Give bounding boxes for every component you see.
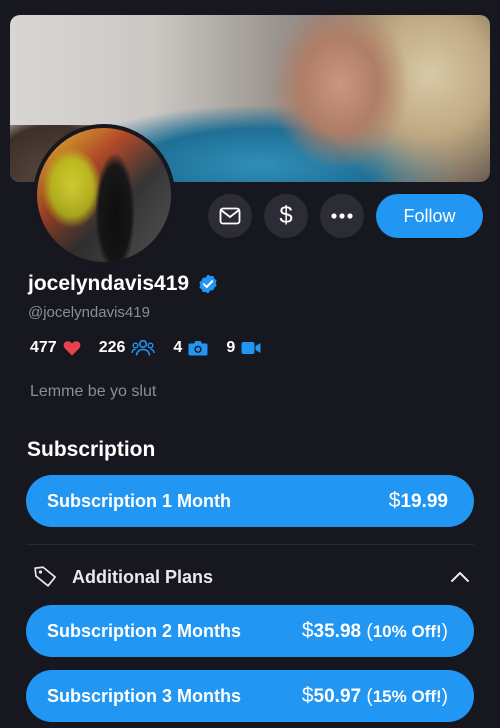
subscription-3-months-button[interactable]: Subscription 3 Months $50.97 (15% Off!) bbox=[26, 670, 474, 722]
plan-price: $35.98 (10% Off!) bbox=[301, 619, 448, 642]
plan-name: Subscription 2 Months bbox=[47, 620, 242, 641]
stat-photos: 4 bbox=[173, 339, 208, 357]
stat-likes: 477 bbox=[30, 339, 81, 357]
message-button[interactable] bbox=[208, 194, 252, 238]
plan-currency: $ bbox=[388, 489, 401, 512]
followers-icon bbox=[131, 339, 156, 356]
plan-amount: 35.98 bbox=[313, 621, 362, 642]
stat-followers: 226 bbox=[99, 339, 156, 357]
more-button[interactable] bbox=[320, 194, 364, 238]
photos-count: 4 bbox=[173, 339, 183, 356]
plan-currency: $ bbox=[301, 684, 314, 707]
likes-count: 477 bbox=[30, 339, 57, 356]
plan-name: Subscription 3 Months bbox=[47, 685, 242, 706]
plan-price: $19.99 bbox=[389, 489, 448, 513]
heart-icon bbox=[63, 341, 81, 356]
profile-bio: Lemme be yo slut bbox=[30, 383, 157, 400]
stat-videos: 9 bbox=[226, 339, 261, 357]
subscription-1-month-button[interactable]: Subscription 1 Month $19.99 bbox=[26, 475, 474, 527]
plan-currency: $ bbox=[301, 619, 314, 642]
verified-badge-icon bbox=[199, 274, 217, 294]
plan-discount: 10% Off! bbox=[372, 622, 442, 641]
plan-amount: 50.97 bbox=[313, 686, 362, 707]
subscription-2-months-button[interactable]: Subscription 2 Months $35.98 (10% Off!) bbox=[26, 605, 474, 657]
plan-amount: 19.99 bbox=[400, 491, 448, 512]
profile-name: jocelyndavis419 bbox=[28, 272, 219, 296]
avatar-overlay bbox=[37, 128, 171, 262]
followers-count: 226 bbox=[98, 339, 126, 356]
additional-plans-title: Additional Plans bbox=[72, 566, 214, 587]
dollar-icon: $ bbox=[279, 202, 293, 229]
video-camera-icon bbox=[241, 342, 261, 354]
plan-discount: 15% Off! bbox=[372, 687, 442, 706]
plan-name: Subscription 1 Month bbox=[47, 490, 231, 511]
more-dots-icon bbox=[331, 213, 353, 219]
envelope-icon bbox=[219, 207, 241, 225]
camera-icon bbox=[188, 341, 208, 356]
follow-button[interactable]: Follow bbox=[376, 194, 483, 238]
tag-icon bbox=[34, 566, 57, 587]
chevron-up-icon[interactable] bbox=[450, 567, 470, 587]
tip-button[interactable]: $ bbox=[264, 194, 308, 238]
section-divider bbox=[26, 544, 474, 545]
profile-stats: 477 226 4 9 bbox=[30, 339, 279, 357]
profile-handle: @jocelyndavis419 bbox=[28, 304, 150, 321]
plan-price: $50.97 (15% Off!) bbox=[301, 684, 448, 707]
avatar[interactable] bbox=[33, 124, 175, 266]
subscription-heading: Subscription bbox=[27, 438, 156, 461]
username-text: jocelyndavis419 bbox=[28, 272, 190, 295]
additional-plans-toggle[interactable]: Additional Plans bbox=[34, 566, 213, 588]
videos-count: 9 bbox=[226, 339, 236, 356]
